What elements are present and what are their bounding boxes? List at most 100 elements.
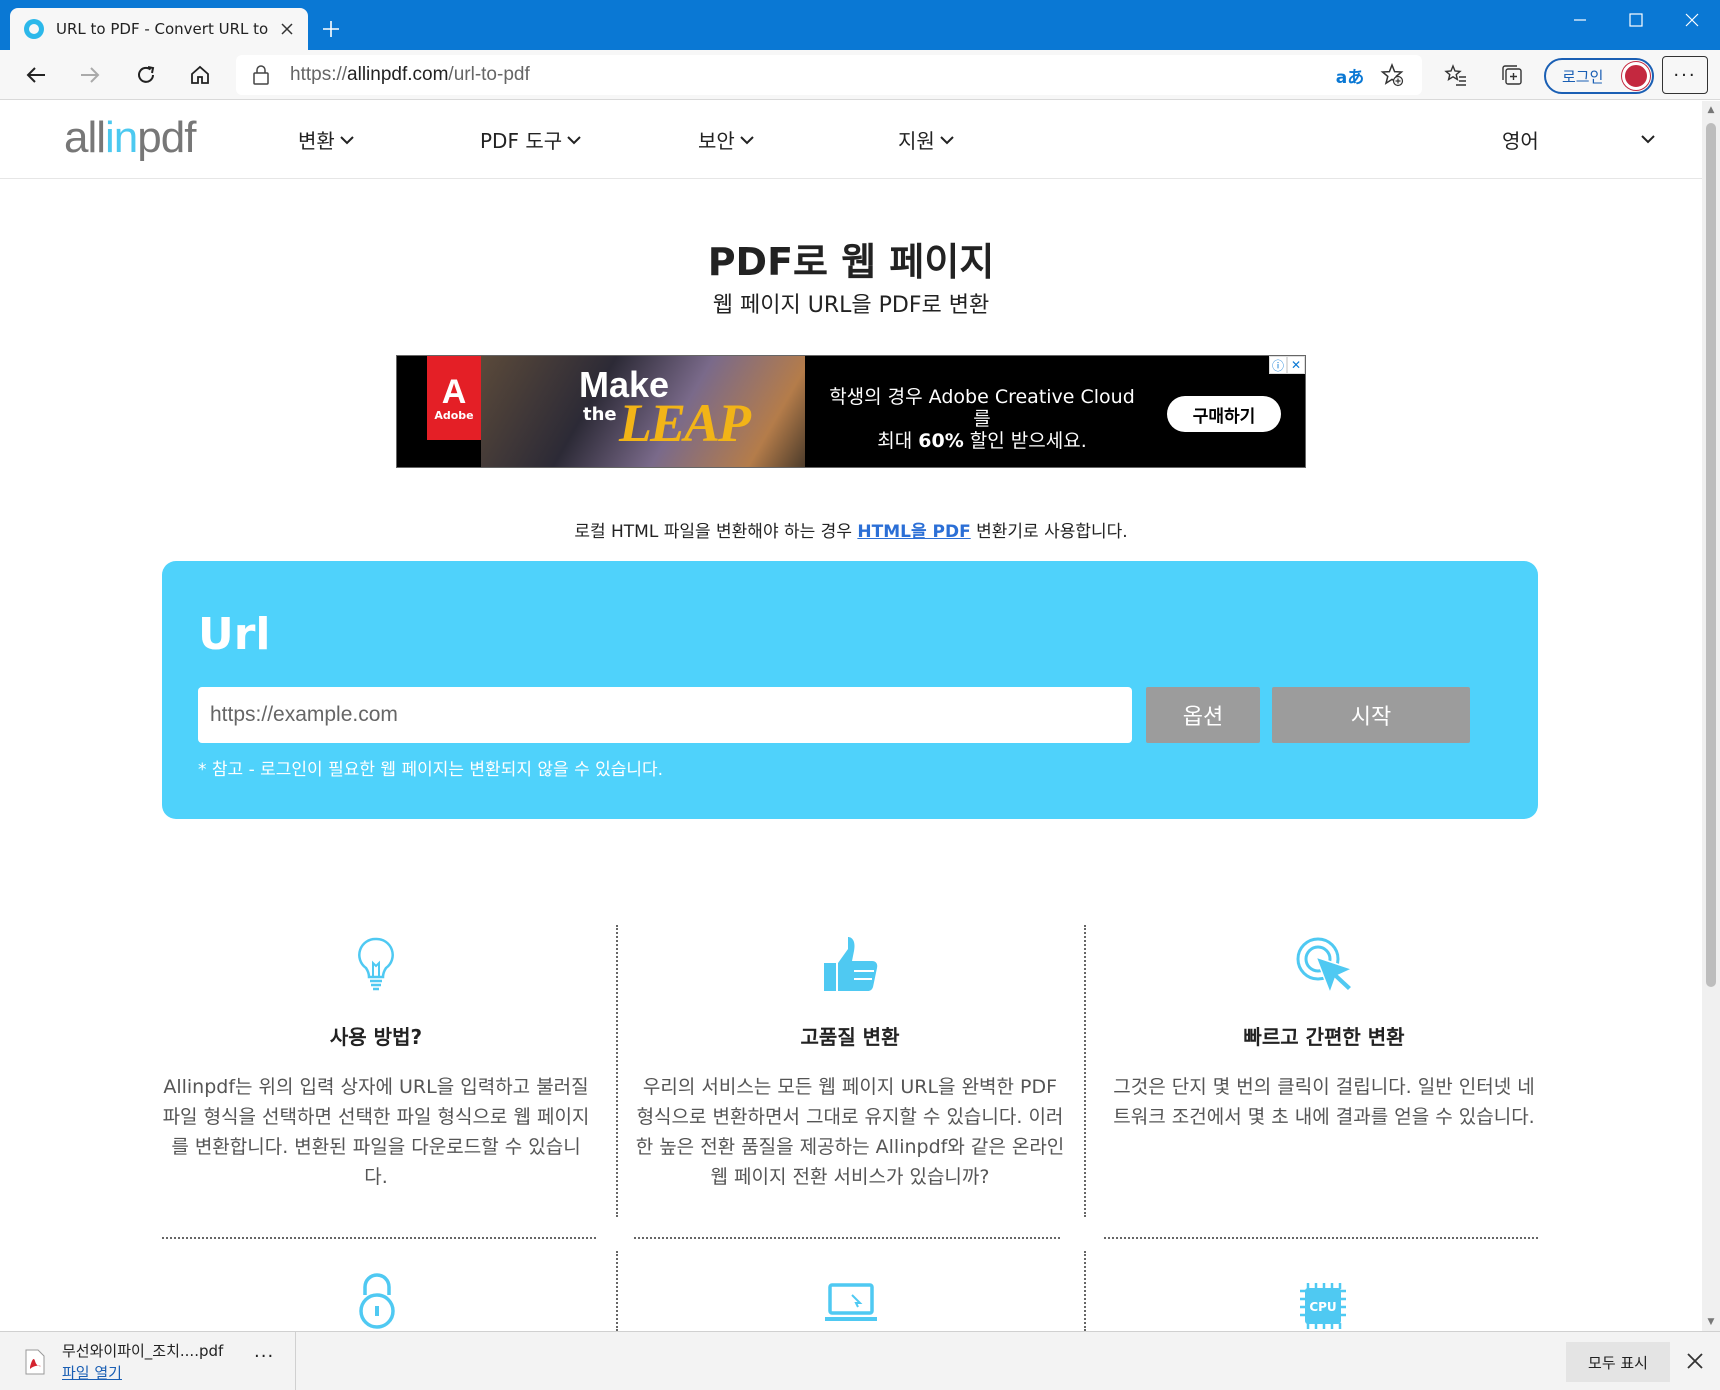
ad-banner[interactable]: A Adobe Make the LEAP 학생의 경우 Adobe Creat… [396, 355, 1306, 468]
address-bar[interactable]: https://allinpdf.com/url-to-pdf aあ [236, 55, 1422, 95]
minimize-button[interactable] [1552, 0, 1608, 40]
nav-security-label: 보안 [698, 129, 735, 153]
note-text-before: 로컬 HTML 파일을 변환해야 하는 경우 [574, 522, 858, 542]
ad-headline-leap: LEAP [619, 393, 751, 453]
web-page: allinpdf 변환 PDF 도구 보안 지원 영어 PDF로 웹 페이지 웹… [0, 101, 1702, 1331]
close-download-bar-icon[interactable] [1684, 1350, 1706, 1372]
adobe-logo-text: Adobe [434, 408, 474, 422]
padlock-icon [359, 1273, 395, 1329]
chevron-down-icon [567, 135, 581, 144]
address-url[interactable]: https://allinpdf.com/url-to-pdf [290, 64, 530, 86]
profile-login-button[interactable]: 로그인 [1544, 58, 1654, 94]
start-button[interactable]: 시작 [1272, 687, 1470, 743]
arrow-left-icon [26, 67, 45, 83]
nav-support-menu[interactable]: 지원 [898, 125, 955, 154]
ad-copy-line1: 학생의 경우 Adobe Creative Cloud를 [829, 386, 1135, 430]
cpu-label: CPU [1309, 1300, 1336, 1314]
tab-close-icon[interactable] [276, 18, 298, 40]
ad-close-icon[interactable]: ✕ [1287, 356, 1305, 374]
allinpdf-logo[interactable]: allinpdf [64, 113, 196, 163]
divider-vertical [616, 1251, 618, 1331]
site-navbar: allinpdf 변환 PDF 도구 보안 지원 영어 [0, 101, 1702, 179]
ad-headline-the: the [583, 404, 617, 425]
feature-title: 고품질 변환 [800, 1025, 900, 1049]
logo-text-in: in [105, 113, 138, 162]
scroll-down-arrow-icon[interactable]: ▼ [1706, 1317, 1716, 1327]
tab-title: URL to PDF - Convert URL to PDF [56, 20, 270, 38]
pdf-file-icon [25, 1349, 45, 1375]
page-title: PDF로 웹 페이지 [707, 240, 995, 284]
chevron-down-icon [740, 135, 754, 144]
refresh-button[interactable] [126, 55, 166, 95]
favorites-button[interactable] [1436, 55, 1476, 95]
url-input[interactable] [198, 687, 1132, 743]
divider-horizontal [162, 1237, 596, 1239]
scroll-up-arrow-icon[interactable]: ▲ [1706, 105, 1716, 115]
login-label: 로그인 [1562, 67, 1604, 86]
adobe-logo-mark: A [441, 372, 467, 411]
feature-title: 빠르고 간편한 변환 [1243, 1025, 1405, 1049]
add-favorite-button[interactable] [1376, 59, 1408, 91]
page-scrollbar[interactable]: ▲ ▼ [1702, 101, 1720, 1331]
browser-toolbar: https://allinpdf.com/url-to-pdf aあ 로그인 ·… [0, 50, 1720, 100]
page-subtitle: 웹 페이지 URL을 PDF로 변환 [712, 293, 990, 318]
refresh-icon [138, 66, 155, 83]
ad-buy-button[interactable]: 구매하기 [1167, 396, 1281, 432]
maximize-button[interactable] [1608, 0, 1664, 40]
site-favicon-icon [24, 19, 44, 39]
close-window-button[interactable] [1664, 0, 1720, 40]
maximize-icon [1629, 13, 1643, 27]
show-all-downloads-button[interactable]: 모두 표시 [1566, 1342, 1670, 1382]
divider-horizontal [1104, 1237, 1538, 1239]
feature-text: Allinpdf는 위의 입력 상자에 URL을 입력하고 불러질 파일 형식을… [162, 1076, 590, 1188]
lock-icon[interactable] [252, 65, 270, 89]
feature-quality: 고품질 변환 우리의 서비스는 모든 웹 페이지 URL을 완벽한 PDF 형식… [630, 933, 1070, 1192]
forward-button[interactable] [70, 55, 110, 95]
feature-text: 그것은 단지 몇 번의 클릭이 걸립니다. 일반 인터넷 네트워크 조건에서 몇… [1113, 1076, 1535, 1128]
adobe-logo: A Adobe [427, 356, 481, 440]
plus-icon [323, 21, 339, 37]
home-button[interactable] [180, 55, 220, 95]
collections-icon [1502, 65, 1522, 85]
read-aloud-icon[interactable]: aあ [1334, 59, 1366, 91]
chevron-down-icon [340, 135, 354, 144]
download-filename: 무선와이파이_조치....pdf [62, 1342, 224, 1360]
ad-choices: ⓘ ✕ [1269, 356, 1305, 374]
settings-more-button[interactable]: ··· [1662, 56, 1708, 94]
download-bar: 무선와이파이_조치....pdf 파일 열기 ··· 모두 표시 [0, 1331, 1720, 1390]
new-tab-button[interactable] [316, 14, 346, 44]
title-bar: URL to PDF - Convert URL to PDF [0, 0, 1720, 50]
logo-text-all: all [64, 113, 106, 162]
divider-vertical [1084, 925, 1086, 1217]
collections-button[interactable] [1492, 55, 1532, 95]
feature-fast: 빠르고 간편한 변환 그것은 단지 몇 번의 클릭이 걸립니다. 일반 인터넷 … [1104, 933, 1544, 1132]
url-domain: allinpdf.com [347, 64, 449, 85]
back-button[interactable] [16, 55, 56, 95]
options-button[interactable]: 옵션 [1146, 687, 1260, 743]
open-file-link[interactable]: 파일 열기 [62, 1362, 122, 1383]
feature-text: 우리의 서비스는 모든 웹 페이지 URL을 완벽한 PDF 형식으로 변환하면… [635, 1076, 1065, 1188]
arrow-right-icon [81, 67, 100, 83]
click-pointer-icon [1296, 937, 1355, 996]
close-icon [1685, 13, 1699, 27]
ad-copy-line2: 최대 60% 할인 받으세요. [827, 430, 1137, 452]
download-more-button[interactable]: ··· [254, 1346, 274, 1367]
login-warning-note: * 참고 - 로그인이 필요한 웹 페이지는 변환되지 않을 수 있습니다. [198, 760, 664, 780]
language-selector[interactable]: 영어 [1502, 125, 1539, 154]
ad-info-icon[interactable]: ⓘ [1269, 356, 1287, 374]
browser-tab[interactable]: URL to PDF - Convert URL to PDF [10, 8, 308, 50]
nav-pdf-tools-menu[interactable]: PDF 도구 [480, 125, 582, 154]
lightbulb-icon [358, 937, 394, 991]
divider-vertical [1084, 1251, 1086, 1331]
nav-convert-label: 변환 [298, 129, 335, 153]
download-item[interactable]: 무선와이파이_조치....pdf 파일 열기 ··· [0, 1332, 296, 1390]
nav-security-menu[interactable]: 보안 [698, 125, 755, 154]
note-text-after: 변환기로 사용합니다. [970, 522, 1128, 542]
language-dropdown-toggle[interactable] [1640, 131, 1656, 147]
nav-convert-menu[interactable]: 변환 [298, 125, 355, 154]
nav-support-label: 지원 [898, 129, 935, 153]
url-label: Url [198, 609, 271, 660]
url-path: /url-to-pdf [448, 64, 530, 85]
scrollbar-thumb[interactable] [1706, 123, 1716, 987]
html-to-pdf-link[interactable]: HTML을 PDF [857, 522, 970, 542]
